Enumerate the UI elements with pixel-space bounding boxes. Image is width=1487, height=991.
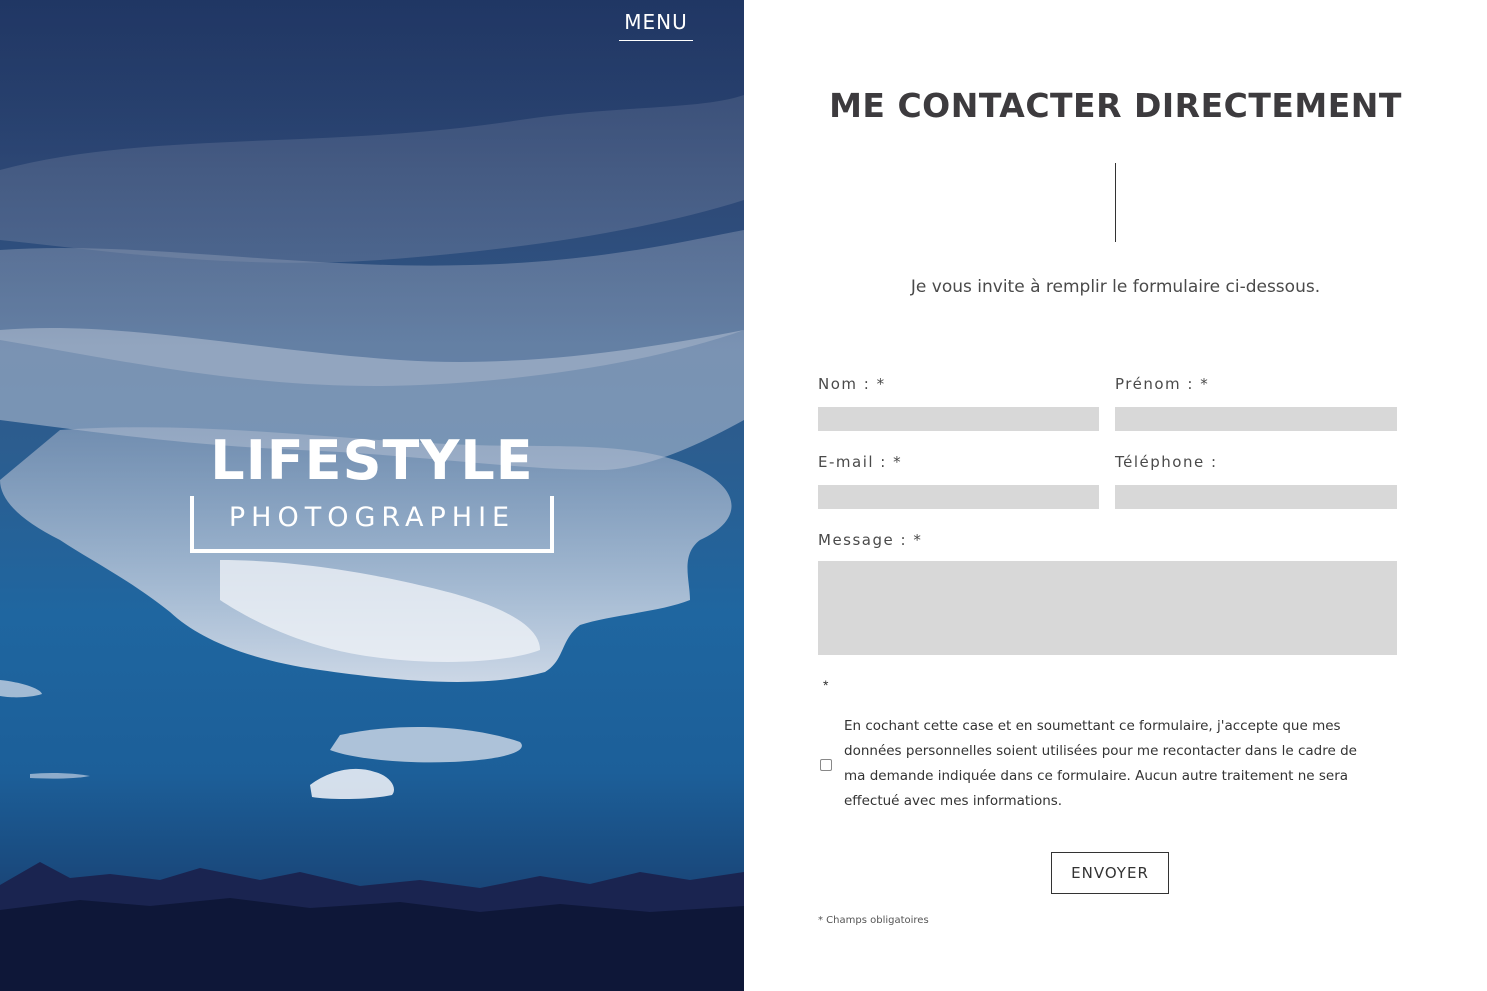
email-input[interactable]: [818, 485, 1099, 509]
consent-text: En cochant cette case et en soumettant c…: [844, 718, 1357, 809]
menu-button[interactable]: MENU: [619, 8, 693, 41]
intro-text: Je vous invite à remplir le formulaire c…: [910, 277, 1321, 297]
telephone-label: Téléphone :: [1115, 453, 1218, 471]
message-textarea[interactable]: [818, 561, 1397, 655]
required-fields-note: * Champs obligatoires: [818, 915, 929, 926]
brand-logo[interactable]: LIFESTYLE PHOTOGRAPHIE: [190, 428, 554, 554]
vertical-divider: [1115, 163, 1116, 242]
prenom-input[interactable]: [1115, 407, 1397, 431]
consent-checkbox[interactable]: [820, 759, 832, 771]
brand-title: LIFESTYLE: [210, 429, 534, 492]
email-label: E-mail : *: [818, 453, 903, 471]
nom-input[interactable]: [818, 407, 1099, 431]
consent-required-star: *: [823, 677, 829, 693]
prenom-label: Prénom : *: [1115, 375, 1210, 393]
contact-panel: ME CONTACTER DIRECTEMENT Je vous invite …: [744, 0, 1487, 991]
brand-subtitle: PHOTOGRAPHIE: [228, 502, 516, 533]
telephone-input[interactable]: [1115, 485, 1397, 509]
submit-button[interactable]: ENVOYER: [1051, 852, 1169, 894]
message-label: Message : *: [818, 531, 923, 549]
nom-label: Nom : *: [818, 375, 886, 393]
page: MENU LIFESTYLE PHOTOGRAPHIE ME CONTACTER…: [0, 0, 1487, 991]
hero-panel: MENU LIFESTYLE PHOTOGRAPHIE: [0, 0, 744, 991]
page-title: ME CONTACTER DIRECTEMENT: [829, 86, 1402, 125]
